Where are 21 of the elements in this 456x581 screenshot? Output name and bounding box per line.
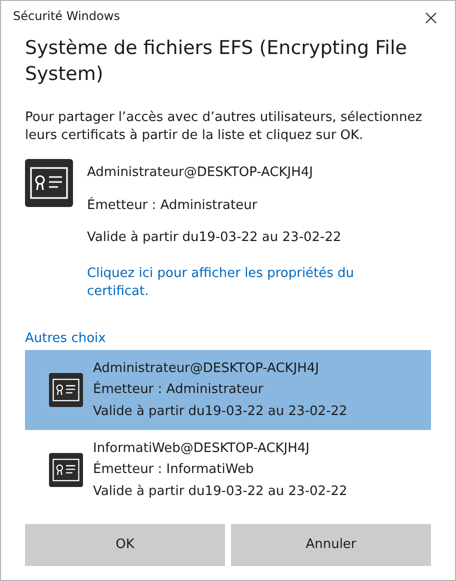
certificate-validity: Valide à partir du19-03-22 au 23-02-22	[93, 482, 348, 501]
other-choices-label: Autres choix	[25, 330, 107, 348]
certificate-issuer: Émetteur : Administrateur	[93, 380, 264, 400]
certificate-subject: Administrateur@DESKTOP-ACKJH4J	[93, 360, 320, 378]
description-text: Pour partager l’accès avec d’autres utilisateurs, sélectionnez leurs certificats à partir de la liste et cliquez sur OK.	[25, 109, 424, 145]
certificate-icon	[49, 453, 83, 487]
certificate-icon	[25, 159, 73, 207]
certificate-subject: Administrateur@DESKTOP-ACKJH4J	[87, 164, 314, 182]
certificate-option[interactable]: Administrateur@DESKTOP-ACKJH4J Émetteur : Administrateur Valide à partir du19-03-22 au 23-02-22	[25, 350, 431, 430]
certificate-validity: Valide à partir du19-03-22 au 23-02-22	[93, 402, 348, 421]
certificate-issuer: Émetteur : InformatiWeb	[93, 460, 255, 480]
dialog-button[interactable]: OK	[25, 524, 225, 566]
close-icon[interactable]	[425, 12, 437, 24]
certificate-validity: Valide à partir du19-03-22 au 23-02-22	[87, 229, 342, 247]
dialog-heading: Système de fichiers EFS (Encrypting File System)	[25, 36, 408, 87]
window-title: Sécurité Windows	[13, 8, 120, 25]
dialog-button[interactable]: Annuler	[231, 524, 431, 566]
certificate-icon	[49, 373, 83, 407]
certificate-properties-link[interactable]: Cliquez ici pour afficher les propriétés du certificat.	[87, 264, 431, 300]
certificate-subject: InformatiWeb@DESKTOP-ACKJH4J	[93, 440, 311, 458]
certificate-issuer: Émetteur : Administrateur	[87, 196, 258, 214]
